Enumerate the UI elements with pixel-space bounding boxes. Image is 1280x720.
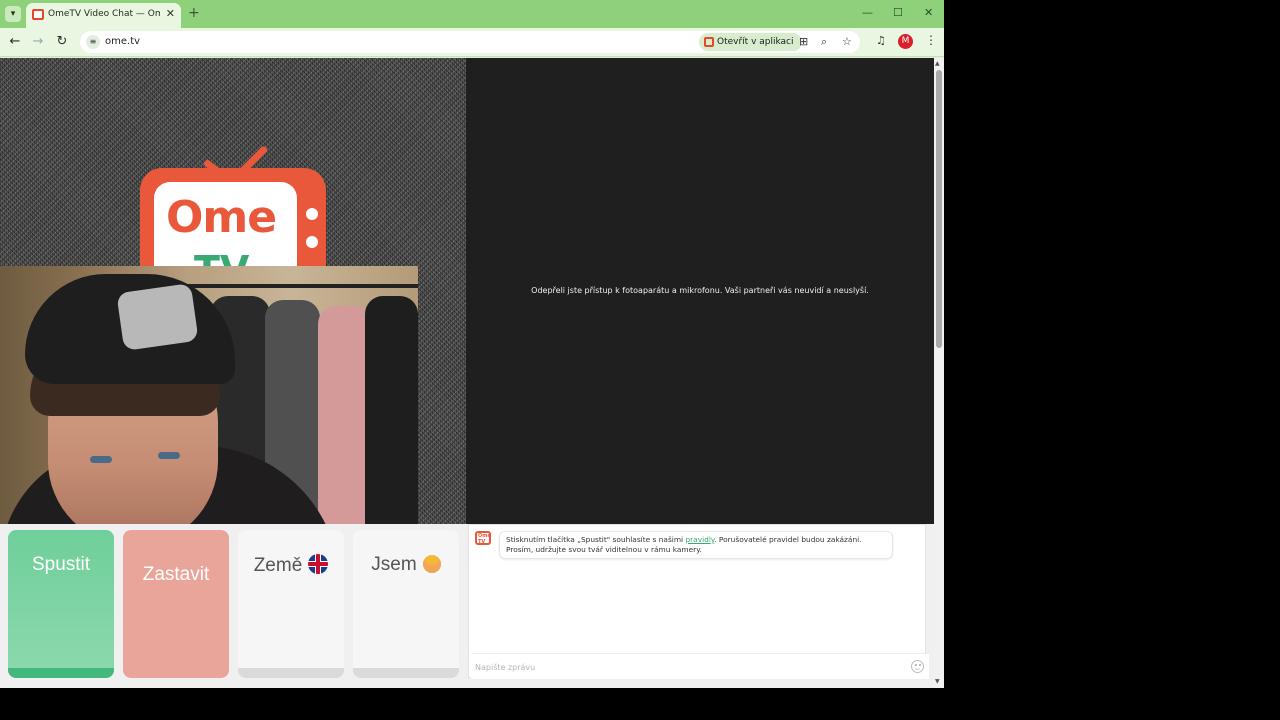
emoji-icon[interactable] [911, 660, 924, 673]
country-button[interactable]: Země [238, 530, 344, 678]
stop-button-label: Zastavit [142, 564, 210, 585]
chat-messages: Ome TV Stisknutím tlačítka „Spustit" sou… [468, 524, 929, 679]
open-in-app-button[interactable]: Otevřít v aplikaci [699, 33, 802, 51]
logo-text-ome: Ome [166, 192, 277, 243]
page-viewport: Ome TV [0, 58, 934, 688]
start-button-label: Spustit [31, 554, 91, 575]
chat-message-input[interactable] [475, 659, 895, 675]
scrollbar-thumb[interactable] [936, 70, 942, 348]
partner-video-placeholder: Ome TV [0, 58, 466, 580]
video-person-eye [158, 452, 180, 459]
address-bar[interactable]: ≡ ome.tv Otevřít v aplikaci ⊞ ⌕ ☆ [80, 31, 860, 53]
profile-avatar[interactable]: M [898, 34, 913, 49]
browser-toolbar: ← → ↻ ≡ ome.tv Otevřít v aplikaci ⊞ ⌕ ☆ … [0, 28, 944, 57]
tab-active[interactable]: OmeTV Video Chat — Omegle ✕ [26, 3, 181, 28]
media-icon[interactable]: ♫ [876, 34, 886, 47]
scroll-up-icon[interactable]: ▲ [935, 60, 940, 67]
start-button[interactable]: Spustit [8, 530, 114, 678]
logo-knob [306, 208, 318, 220]
chat-input-row [471, 653, 929, 679]
reload-icon[interactable]: ↻ [54, 34, 70, 50]
new-tab-button[interactable]: + [188, 5, 200, 21]
ometv-app-icon [704, 37, 714, 47]
menu-icon[interactable]: ⋮ [925, 33, 937, 47]
maximize-button[interactable]: ☐ [893, 6, 903, 19]
tab-search-icon[interactable]: ▾ [5, 6, 21, 22]
close-window-button[interactable]: ✕ [924, 6, 933, 19]
camera-denied-message: Odepřeli jste přístup k fotoaparátu a mi… [531, 286, 869, 295]
tab-close-icon[interactable]: ✕ [166, 7, 175, 20]
uk-flag-icon [308, 554, 329, 574]
open-in-app-label: Otevřít v aplikaci [717, 37, 794, 47]
url-text[interactable]: ome.tv [105, 36, 140, 47]
bookmark-star-icon[interactable]: ☆ [842, 35, 852, 48]
site-info-icon[interactable]: ≡ [86, 35, 100, 49]
video-cap-patch [116, 283, 199, 351]
stranger-video-area: Odepřeli jste přístup k fotoaparátu a mi… [466, 58, 934, 524]
country-button-label: Země [253, 555, 303, 576]
translate-icon[interactable]: ⊞ [799, 35, 808, 48]
gender-button[interactable]: Jsem [353, 530, 459, 678]
logo-knob [306, 236, 318, 248]
bot-avatar-icon: Ome TV [475, 531, 491, 545]
gender-button-label: Jsem [371, 554, 417, 575]
rules-link[interactable]: pravidly [685, 535, 714, 544]
page-scrollbar[interactable]: ▲ ▼ [934, 58, 944, 688]
browser-window: ▾ OmeTV Video Chat — Omegle ✕ + — ☐ ✕ ← … [0, 0, 944, 688]
tab-title: OmeTV Video Chat — Omegle [48, 9, 160, 19]
video-person-eye [90, 456, 112, 463]
back-icon[interactable]: ← [7, 34, 23, 50]
stop-button[interactable]: Zastavit [123, 530, 229, 678]
scroll-down-icon[interactable]: ▼ [935, 678, 940, 685]
system-message: Stisknutím tlačítka „Spustit" souhlasíte… [499, 531, 893, 559]
ometv-favicon-icon [32, 9, 44, 20]
system-message-text: Stisknutím tlačítka „Spustit" souhlasíte… [506, 535, 686, 544]
chat-panel: Ome TV Stisknutím tlačítka „Spustit" sou… [466, 524, 934, 688]
boy-emoji-icon [422, 555, 441, 573]
tab-strip: ▾ OmeTV Video Chat — Omegle ✕ + — ☐ ✕ [0, 0, 944, 28]
zoom-icon[interactable]: ⌕ [821, 35, 827, 49]
forward-icon[interactable]: → [30, 34, 46, 50]
chat-controls: Spustit Zastavit Země Jsem [0, 524, 466, 688]
minimize-button[interactable]: — [862, 6, 873, 19]
